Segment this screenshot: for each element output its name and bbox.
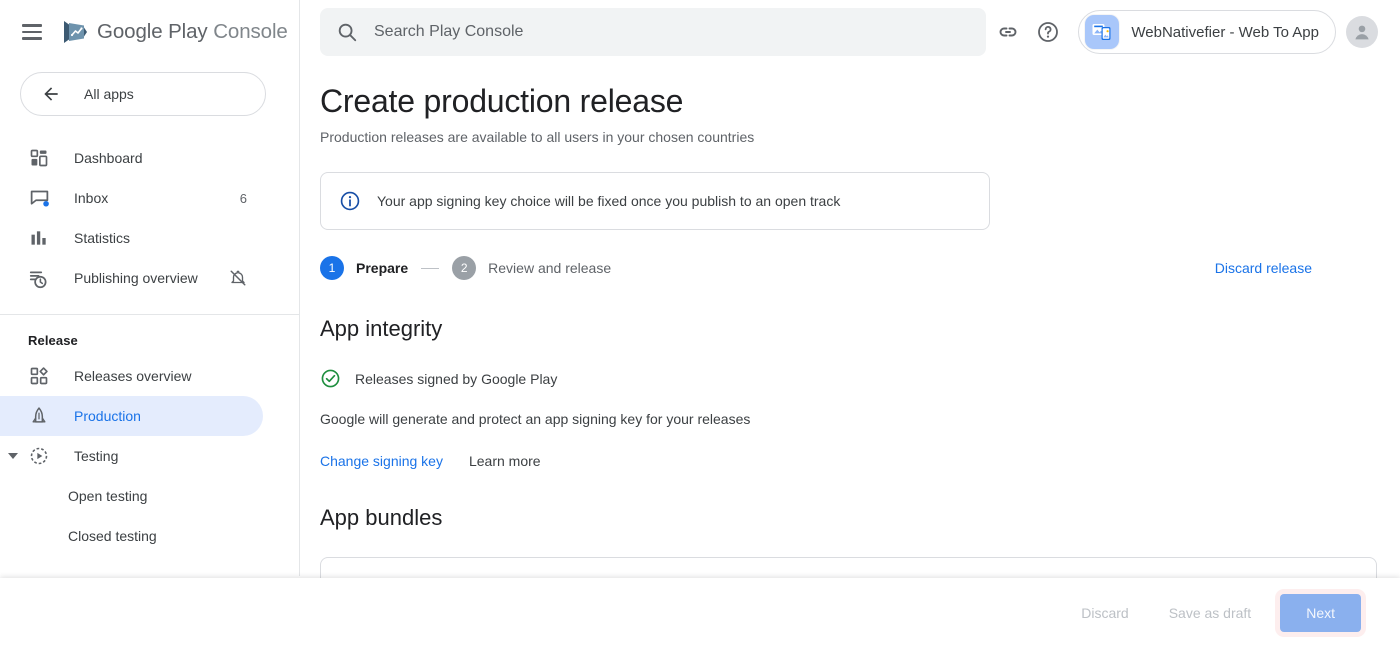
signing-status-row: Releases signed by Google Play bbox=[320, 368, 1372, 389]
sidebar-item-statistics[interactable]: Statistics bbox=[0, 218, 263, 258]
sidebar-item-label: Dashboard bbox=[74, 150, 143, 166]
header-actions: WebNativefier - Web To App bbox=[988, 10, 1400, 54]
sidebar-subitem-open-testing[interactable]: Open testing bbox=[0, 476, 299, 516]
sidebar-item-label: Testing bbox=[74, 448, 119, 464]
link-icon[interactable] bbox=[988, 12, 1028, 52]
play-console-logo[interactable]: Google Play Console bbox=[60, 18, 288, 46]
sidebar-item-label: Publishing overview bbox=[74, 270, 198, 286]
app-integrity-heading: App integrity bbox=[320, 316, 443, 341]
google-play-console-logo-icon bbox=[64, 21, 87, 43]
footer-action-bar: Discard Save as draft Next bbox=[0, 578, 1400, 648]
sidebar-item-label: Production bbox=[74, 408, 141, 424]
sidebar-subitem-label: Open testing bbox=[68, 488, 148, 504]
search-icon bbox=[338, 23, 357, 42]
signing-key-notice-banner: Your app signing key choice will be fixe… bbox=[320, 172, 990, 230]
change-signing-key-link[interactable]: Change signing key bbox=[320, 453, 443, 469]
sidebar-item-testing[interactable]: Testing bbox=[0, 436, 263, 476]
sidebar-item-publishing-overview[interactable]: Publishing overview bbox=[0, 258, 263, 298]
rocket-icon bbox=[28, 406, 50, 426]
logo-text-secondary: Console bbox=[213, 20, 288, 43]
discard-release-link[interactable]: Discard release bbox=[1215, 260, 1372, 276]
testing-icon bbox=[28, 446, 50, 466]
search-input[interactable] bbox=[372, 22, 932, 42]
step-review-and-release[interactable]: 2 Review and release bbox=[452, 256, 611, 280]
info-icon bbox=[340, 191, 360, 211]
next-button[interactable]: Next bbox=[1280, 594, 1361, 632]
sidebar-subitem-closed-testing[interactable]: Closed testing bbox=[0, 516, 299, 556]
sidebar-item-label: Statistics bbox=[74, 230, 131, 246]
sidebar-item-label: Releases overview bbox=[74, 368, 192, 384]
sidebar-item-production[interactable]: Production bbox=[0, 396, 263, 436]
step-label: Prepare bbox=[356, 260, 409, 276]
app-selector-name: WebNativefier - Web To App bbox=[1131, 23, 1319, 41]
discard-button[interactable]: Discard bbox=[1065, 595, 1144, 631]
sidebar-section-release-label: Release bbox=[28, 333, 78, 348]
learn-more-link[interactable]: Learn more bbox=[469, 453, 541, 469]
release-stepper: 1 Prepare 2 Review and release Discard r… bbox=[320, 256, 1372, 280]
statistics-icon bbox=[28, 228, 50, 248]
sidebar-subitem-label: Closed testing bbox=[68, 528, 157, 544]
page-title: Create production release bbox=[320, 83, 684, 119]
logo-text-primary: Google Play bbox=[97, 20, 208, 43]
save-as-draft-button[interactable]: Save as draft bbox=[1153, 595, 1268, 631]
app-selector-button[interactable]: WebNativefier - Web To App bbox=[1078, 10, 1336, 54]
all-apps-label: All apps bbox=[84, 86, 134, 102]
sidebar: Google Play Console All apps Dashboard I… bbox=[0, 0, 300, 576]
signing-status-text: Releases signed by Google Play bbox=[355, 370, 558, 387]
sidebar-item-releases-overview[interactable]: Releases overview bbox=[0, 356, 263, 396]
app-bundles-card bbox=[320, 557, 1377, 578]
sidebar-item-inbox[interactable]: Inbox 6 bbox=[0, 178, 263, 218]
step-prepare[interactable]: 1 Prepare bbox=[320, 256, 408, 280]
check-circle-icon bbox=[321, 369, 340, 388]
play-console-window: Google Play Console All apps Dashboard I… bbox=[0, 0, 1400, 648]
inbox-icon bbox=[28, 188, 50, 209]
logo-text: Google Play Console bbox=[97, 20, 288, 44]
signing-description: Google will generate and protect an app … bbox=[320, 411, 751, 427]
sidebar-item-label: Inbox bbox=[74, 190, 109, 206]
notice-text: Your app signing key choice will be fixe… bbox=[377, 193, 841, 209]
stepper-connector bbox=[421, 267, 440, 269]
help-circle-icon[interactable] bbox=[1028, 12, 1068, 52]
app-integrity-links: Change signing key Learn more bbox=[320, 453, 1372, 469]
publishing-overview-icon bbox=[28, 268, 50, 289]
app-thumbnail-icon bbox=[1085, 15, 1120, 49]
search-container[interactable] bbox=[320, 8, 986, 56]
step-number: 1 bbox=[320, 256, 344, 280]
all-apps-button[interactable]: All apps bbox=[20, 72, 266, 116]
next-button-focus-ring: Next bbox=[1275, 589, 1366, 637]
sidebar-brand-bar: Google Play Console bbox=[0, 0, 299, 64]
app-bundles-heading: App bundles bbox=[320, 505, 443, 530]
sidebar-item-dashboard[interactable]: Dashboard bbox=[0, 138, 263, 178]
main-content: Create production release Production rel… bbox=[300, 64, 1400, 578]
dashboard-icon bbox=[28, 148, 50, 168]
top-header-bar: WebNativefier - Web To App bbox=[300, 0, 1400, 64]
arrow-back-icon bbox=[44, 87, 58, 101]
sidebar-main-nav: Dashboard Inbox 6 Statistics Publishing … bbox=[0, 138, 299, 556]
bell-off-icon[interactable] bbox=[229, 269, 247, 287]
releases-overview-icon bbox=[28, 366, 50, 386]
inbox-unread-count: 6 bbox=[239, 190, 247, 206]
hamburger-menu-icon[interactable] bbox=[22, 24, 42, 40]
page-subtitle: Production releases are available to all… bbox=[320, 129, 755, 145]
account-avatar-icon[interactable] bbox=[1346, 16, 1378, 48]
step-label: Review and release bbox=[488, 260, 612, 276]
chevron-down-icon[interactable] bbox=[8, 453, 18, 459]
step-number: 2 bbox=[452, 256, 477, 280]
